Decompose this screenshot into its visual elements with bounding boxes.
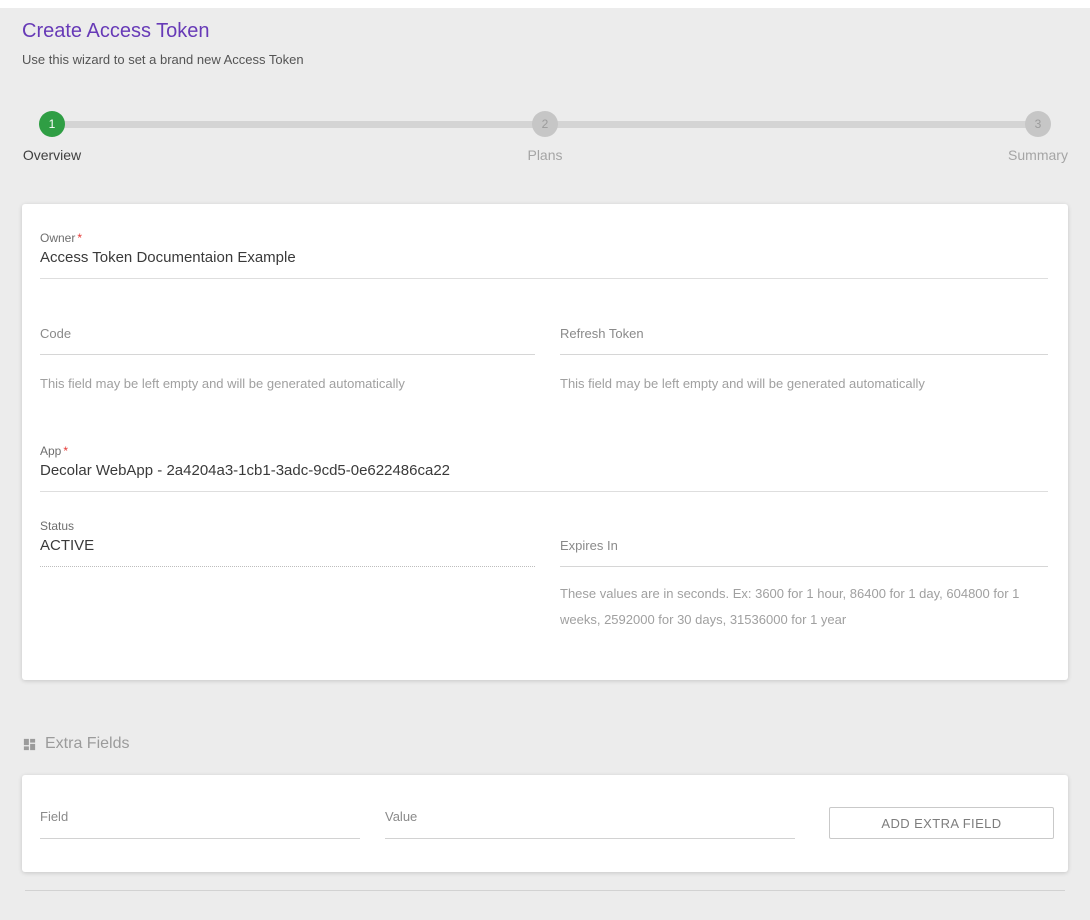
extra-fields-row: ADD EXTRA FIELD: [40, 803, 1054, 839]
status-expires-row: Status ACTIVE These values are in second…: [40, 519, 1048, 633]
dashboard-icon: [22, 737, 37, 752]
step-indicator-summary[interactable]: 3: [1025, 111, 1051, 137]
owner-field: Owner*: [40, 231, 1048, 279]
extra-fields-section-header: Extra Fields: [22, 735, 1068, 753]
footer-divider: [25, 890, 1065, 891]
step-label-summary: Summary: [1008, 147, 1068, 163]
code-refresh-row: This field may be left empty and will be…: [40, 326, 1048, 397]
expires-in-field: These values are in seconds. Ex: 3600 fo…: [560, 519, 1048, 633]
wizard-stepper: 1 2 3 Overview Plans Summary: [22, 111, 1068, 169]
extra-field-name-input[interactable]: [40, 803, 360, 839]
owner-label: Owner*: [40, 231, 1048, 245]
overview-form-card: Owner* This field may be left empty and …: [22, 204, 1068, 680]
app-field: App*: [40, 444, 1048, 492]
owner-required-mark: *: [77, 231, 82, 245]
extra-fields-card: ADD EXTRA FIELD: [22, 775, 1068, 872]
extra-field-value-input[interactable]: [385, 803, 795, 839]
code-field: This field may be left empty and will be…: [40, 326, 535, 397]
refresh-token-field: This field may be left empty and will be…: [560, 326, 1048, 397]
owner-input[interactable]: [40, 249, 1048, 279]
status-select-value: ACTIVE: [40, 537, 535, 567]
step-indicator-overview[interactable]: 1: [39, 111, 65, 137]
page-header: Create Access Token Use this wizard to s…: [0, 8, 1090, 67]
extra-fields-section-title: Extra Fields: [45, 735, 129, 753]
step-label-plans: Plans: [527, 147, 562, 163]
status-field: Status ACTIVE: [40, 519, 535, 633]
expires-in-helper-text: These values are in seconds. Ex: 3600 fo…: [560, 581, 1048, 633]
refresh-token-input[interactable]: [560, 326, 1048, 355]
page-title: Create Access Token: [22, 20, 1068, 43]
expires-in-input[interactable]: [560, 538, 1048, 567]
refresh-token-helper-text: This field may be left empty and will be…: [560, 371, 1048, 397]
app-label-text: App: [40, 444, 61, 458]
app-label: App*: [40, 444, 1048, 458]
code-helper-text: This field may be left empty and will be…: [40, 371, 535, 397]
top-strip: [0, 0, 1090, 8]
page-subtitle: Use this wizard to set a brand new Acces…: [22, 52, 1068, 67]
status-label: Status: [40, 519, 535, 533]
step-label-overview: Overview: [23, 147, 81, 163]
app-input[interactable]: [40, 462, 1048, 492]
step-indicator-plans[interactable]: 2: [532, 111, 558, 137]
add-extra-field-button[interactable]: ADD EXTRA FIELD: [829, 807, 1054, 839]
code-input[interactable]: [40, 326, 535, 355]
owner-label-text: Owner: [40, 231, 75, 245]
app-required-mark: *: [63, 444, 68, 458]
